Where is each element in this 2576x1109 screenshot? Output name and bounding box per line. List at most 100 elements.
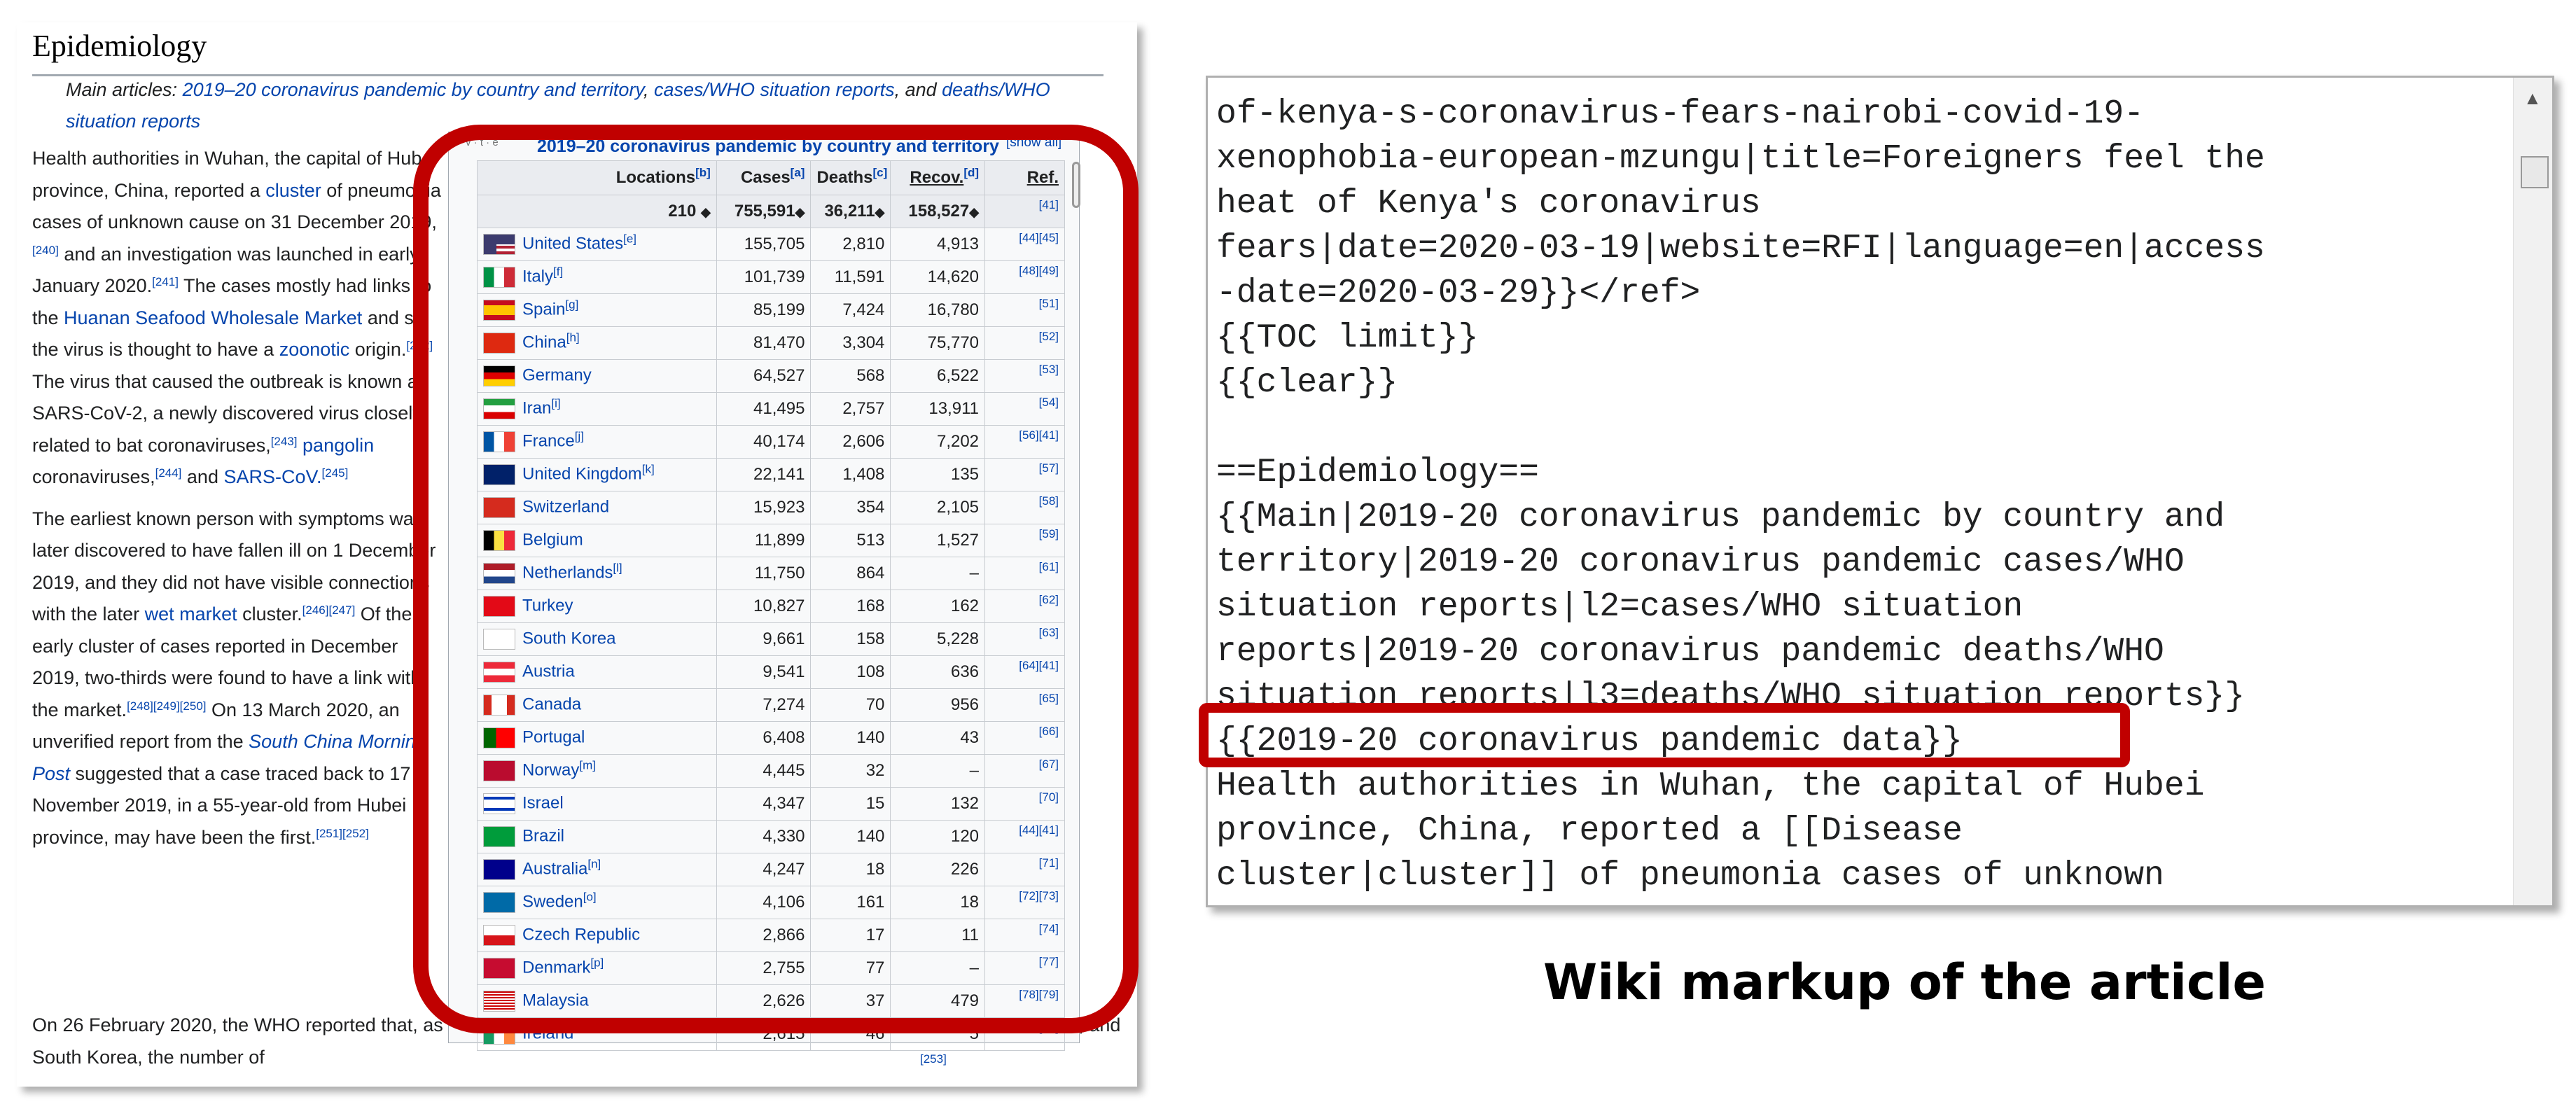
ref-cell[interactable]: [53] [984,359,1065,393]
country-cell[interactable]: Denmark[p] [477,951,717,985]
ref-cell[interactable]: [63] [984,622,1065,656]
citation-241[interactable]: [241] [152,275,179,288]
country-cell[interactable]: United Kingdom[k] [477,458,717,491]
link-pangolin[interactable]: pangolin [302,435,374,456]
country-name[interactable]: Ireland [522,1024,573,1042]
citation-246[interactable]: [246][247] [302,604,356,617]
ref-cell[interactable]: [72][73] [984,886,1065,919]
ref-cell[interactable]: [70] [984,787,1065,821]
country-name[interactable]: Canada [522,695,581,713]
country-note[interactable]: [f] [553,265,563,278]
ref-cell[interactable]: [65] [984,688,1065,722]
country-cell[interactable]: Belgium [477,524,717,557]
country-cell[interactable]: Germany [477,359,717,393]
citation-251[interactable]: [251][252] [316,827,369,840]
country-name[interactable]: Netherlands [522,563,613,582]
country-name[interactable]: China [522,333,566,351]
country-name[interactable]: South Korea [522,629,615,648]
country-note[interactable]: [i] [551,396,560,410]
link-cluster[interactable]: cluster [265,180,321,201]
country-name[interactable]: Czech Republic [522,925,640,944]
citation-245[interactable]: [245] [322,466,349,480]
ref-cell[interactable]: [44][45] [984,228,1065,261]
country-name[interactable]: Italy [522,267,553,286]
sort-icon[interactable]: ◆ [875,205,885,219]
country-note[interactable]: [k] [642,462,655,475]
ref-cell[interactable]: [48][49] [984,260,1065,294]
note[interactable]: [b] [695,166,711,179]
country-cell[interactable]: Switzerland [477,491,717,524]
ref-cell[interactable]: [74] [984,919,1065,952]
country-cell[interactable]: Canada [477,688,717,722]
ref-cell[interactable]: [80] [984,1017,1065,1051]
country-cell[interactable]: Iran[i] [477,392,717,426]
country-cell[interactable]: South Korea [477,622,717,656]
ref-cell[interactable]: [66] [984,721,1065,755]
country-name[interactable]: Belgium [522,530,583,549]
country-name[interactable]: Iran [522,398,551,417]
ref-cell[interactable]: [58] [984,491,1065,524]
country-note[interactable]: [l] [613,561,622,574]
ref-cell[interactable]: [57] [984,458,1065,491]
citation-248[interactable]: [248][249][250] [127,699,206,713]
ref-cell[interactable]: [61] [984,557,1065,590]
country-note[interactable]: [n] [587,857,601,870]
country-note[interactable]: [h] [566,330,580,344]
country-cell[interactable]: Malaysia [477,984,717,1018]
col-recovered[interactable]: Recov.[d] [890,160,986,195]
note[interactable]: [a] [791,166,805,179]
country-note[interactable]: [j] [575,429,584,442]
country-name[interactable]: Israel [522,793,564,812]
country-cell[interactable]: China[h] [477,326,717,360]
country-note[interactable]: [m] [579,758,596,772]
country-cell[interactable]: Turkey [477,590,717,623]
ref-cell[interactable]: [71] [984,853,1065,886]
ref-cell[interactable]: [78][79] [984,984,1065,1018]
country-cell[interactable]: France[j] [477,425,717,459]
link-by-country[interactable]: 2019–20 coronavirus pandemic by country … [183,79,643,100]
country-cell[interactable]: Czech Republic [477,919,717,952]
country-cell[interactable]: Portugal [477,721,717,755]
country-cell[interactable]: Norway[m] [477,754,717,788]
country-name[interactable]: Austria [522,662,575,681]
country-note[interactable]: [e] [623,232,636,245]
link-market[interactable]: Huanan Seafood Wholesale Market [64,307,362,328]
ref-cell[interactable]: [52] [984,326,1065,360]
col-cases[interactable]: Cases[a] [716,160,812,195]
note[interactable]: [d] [963,166,979,179]
citation-244[interactable]: [244] [155,466,182,480]
ref-cell[interactable]: [67] [984,754,1065,788]
country-name[interactable]: Sweden [522,892,583,911]
citation-243[interactable]: [243] [271,435,298,448]
country-name[interactable]: Brazil [522,826,564,845]
country-name[interactable]: Australia [522,859,587,878]
infobox-title[interactable]: 2019–20 coronavirus pandemic by country … [537,137,999,157]
ref-cell[interactable]: [62] [984,590,1065,623]
country-name[interactable]: United States [522,234,623,253]
ref-cell[interactable]: [59] [984,524,1065,557]
link-cases-who[interactable]: cases/WHO situation reports [654,79,895,100]
country-cell[interactable]: Netherlands[l] [477,557,717,590]
country-name[interactable]: Germany [522,365,592,384]
sort-icon[interactable]: ◆ [969,205,979,219]
citation-242[interactable]: [242] [406,339,433,352]
citation-240[interactable]: [240] [32,244,59,257]
country-cell[interactable]: Austria [477,655,717,689]
country-note[interactable]: [g] [565,298,578,311]
country-name[interactable]: Norway [522,760,579,779]
show-all-link[interactable]: [show all] [1006,135,1061,151]
ref-cell[interactable]: [44][41] [984,820,1065,853]
country-cell[interactable]: Australia[n] [477,853,717,886]
editor-scrollbar[interactable]: ▲ [2513,78,2552,905]
country-name[interactable]: Spain [522,300,565,319]
country-name[interactable]: Malaysia [522,991,589,1010]
country-cell[interactable]: Italy[f] [477,260,717,294]
scroll-thumb[interactable] [2521,156,2549,188]
sort-icon[interactable]: ◆ [795,205,805,219]
ref-cell[interactable]: [56][41] [984,425,1065,459]
country-cell[interactable]: Israel [477,787,717,821]
ref-cell[interactable]: [51] [984,293,1065,327]
country-name[interactable]: Switzerland [522,497,609,516]
link-wet-market[interactable]: wet market [145,604,237,625]
ref-cell[interactable]: [54] [984,392,1065,426]
